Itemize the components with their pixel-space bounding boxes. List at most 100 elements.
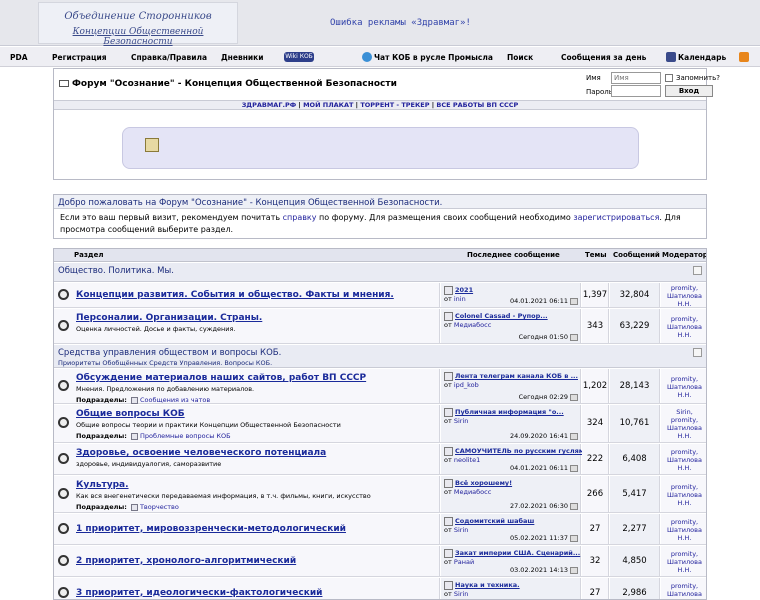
link-poster[interactable]: МОЙ ПЛАКАТ — [303, 101, 353, 109]
nav-register[interactable]: Регистрация — [52, 53, 107, 62]
forum-title-link[interactable]: Персоналии. Организации. Страны. — [76, 313, 262, 323]
author-link[interactable]: Sirin — [454, 417, 469, 425]
post-count: 28,143 — [619, 380, 650, 391]
moderator-link[interactable]: Шатилова — [667, 558, 702, 566]
last-post-title[interactable]: Публичная информация "о... — [455, 408, 564, 416]
forum-title-link[interactable]: 1 приоритет, мировоззренчески-методологи… — [76, 524, 346, 534]
last-post-title[interactable]: Содомитский шабаш — [455, 517, 534, 525]
go-to-last-post-icon[interactable] — [570, 334, 578, 341]
moderator-link[interactable]: promity, — [671, 315, 698, 323]
go-to-last-post-icon[interactable] — [570, 503, 578, 510]
login-button[interactable]: Вход — [665, 85, 713, 97]
forum-title-link[interactable]: 2 приоритет, хронолого-алгоритмический — [76, 556, 296, 566]
moderator-link[interactable]: Шатилова — [667, 491, 702, 499]
author-link[interactable]: Медиабосс — [454, 321, 491, 329]
nav-wiki[interactable]: Wiki КОБ — [284, 52, 314, 62]
moderator-link[interactable]: Н.Н. — [678, 300, 692, 308]
moderator-link[interactable]: Sirin, — [676, 408, 693, 416]
last-post-title[interactable]: Закат империи США. Сценарий... — [455, 549, 580, 557]
site-logo[interactable]: Объединение Сторонников Концепции Общест… — [38, 2, 238, 47]
last-post-cell: Colonel Cassad - Рупор... от Медиабосс Сег… — [441, 309, 581, 343]
author-link[interactable]: ipd_kob — [454, 381, 479, 389]
link-torrent[interactable]: ТОРРЕНТ - ТРЕКЕР — [360, 101, 429, 109]
moderator-link[interactable]: promity, — [671, 550, 698, 558]
forum-status-icon — [58, 417, 69, 428]
last-post-day: 04.01.2021 — [509, 297, 548, 305]
subforum-link[interactable]: Творчество — [140, 503, 179, 511]
forum-title-link[interactable]: Общие вопросы КОБ — [76, 409, 185, 419]
nav-pda[interactable]: PDA — [10, 53, 28, 62]
posts-cell: 28,143 — [610, 369, 660, 403]
moderator-link[interactable]: Шатилова — [667, 292, 702, 300]
remember-checkbox[interactable] — [665, 74, 673, 82]
collapse-icon[interactable] — [693, 266, 702, 275]
link-zdravmag[interactable]: ЗДРАВМАГ.РФ — [242, 101, 296, 109]
subforum-link[interactable]: Проблемные вопросы КОБ — [140, 432, 231, 440]
help-link[interactable]: справку — [283, 213, 317, 222]
last-post-title[interactable]: Colonel Cassad - Рупор... — [455, 312, 548, 320]
link-works[interactable]: ВСЕ РАБОТЫ ВП СССР — [436, 101, 518, 109]
moderator-link[interactable]: Шатилова — [667, 526, 702, 534]
moderator-link[interactable]: Шатилова — [667, 424, 702, 432]
category-title[interactable]: Средства управления обществом и вопросы … — [58, 348, 281, 358]
author-link[interactable]: Ранай — [454, 558, 474, 566]
moderator-link[interactable]: Н.Н. — [678, 391, 692, 399]
forum-title-link[interactable]: 3 приоритет, идеологически-фактологическ… — [76, 588, 322, 598]
nav-search[interactable]: Поиск — [507, 53, 533, 62]
nav-diaries[interactable]: Дневники — [221, 53, 263, 62]
last-post-title[interactable]: Всё хорошему! — [455, 479, 512, 487]
moderator-link[interactable]: promity, — [671, 582, 698, 590]
go-to-last-post-icon[interactable] — [570, 433, 578, 440]
username-input[interactable] — [611, 72, 661, 84]
go-to-last-post-icon[interactable] — [570, 535, 578, 542]
moderator-link[interactable]: promity, — [671, 416, 698, 424]
last-post-title[interactable]: 2021 — [455, 286, 473, 294]
by-label: от — [444, 381, 452, 389]
author-link[interactable]: inin — [454, 295, 466, 303]
last-post-title[interactable]: Лента телеграм канала КОБ в ... — [455, 372, 578, 380]
moderator-link[interactable]: promity, — [671, 483, 698, 491]
moderator-link[interactable]: promity, — [671, 375, 698, 383]
last-post-time: 02:29 — [549, 393, 568, 401]
forum-title-link[interactable]: Культура. — [76, 480, 129, 490]
moderator-link[interactable]: Н.Н. — [678, 534, 692, 542]
last-post-title[interactable]: Наука и техника. — [455, 581, 520, 589]
forum-title[interactable]: Форум "Осознание" - Концепция Общественн… — [59, 79, 397, 89]
author-link[interactable]: Sirin — [454, 526, 469, 534]
moderator-link[interactable]: Н.Н. — [678, 566, 692, 574]
go-to-last-post-icon[interactable] — [570, 567, 578, 574]
moderator-link[interactable]: Шатилова — [667, 456, 702, 464]
author-link[interactable]: neolite1 — [454, 456, 480, 464]
forum-title-link[interactable]: Концепции развития. События и общество. … — [76, 290, 394, 300]
last-post-title[interactable]: САМОУЧИТЕЛЬ по русским гуслям — [455, 447, 584, 455]
forum-title-link[interactable]: Здоровье, освоение человеческого потенци… — [76, 448, 326, 458]
subforum-link[interactable]: Сообщения из чатов — [140, 396, 210, 404]
moderator-link[interactable]: Н.Н. — [678, 464, 692, 472]
password-input[interactable] — [611, 85, 661, 97]
go-to-last-post-icon[interactable] — [570, 465, 578, 472]
moderator-link[interactable]: Н.Н. — [678, 499, 692, 507]
category-title[interactable]: Общество. Политика. Мы. — [58, 266, 174, 276]
register-link[interactable]: зарегистрироваться — [573, 213, 659, 222]
nav-today[interactable]: Сообщения за день — [561, 53, 646, 62]
go-to-last-post-icon[interactable] — [570, 298, 578, 305]
moderator-link[interactable]: Шатилова — [667, 590, 702, 598]
author-link[interactable]: Медиабосс — [454, 488, 491, 496]
moderator-link[interactable]: promity, — [671, 284, 698, 292]
moderator-link[interactable]: promity, — [671, 518, 698, 526]
moderator-link[interactable]: Шатилова — [667, 383, 702, 391]
nav-help[interactable]: Справка/Правила — [131, 53, 207, 62]
collapse-icon[interactable] — [693, 348, 702, 357]
ad-banner-text[interactable]: Ошибка рекламы «Здравмаг»! — [330, 18, 471, 28]
author-link[interactable]: Sirin — [454, 590, 469, 598]
moderator-link[interactable]: Н.Н. — [678, 331, 692, 339]
nav-chat[interactable]: Чат КОБ в русле Промысла — [374, 53, 493, 62]
nav-calendar[interactable]: Календарь — [678, 53, 726, 62]
go-to-last-post-icon[interactable] — [570, 394, 578, 401]
moderator-link[interactable]: Шатилова — [667, 323, 702, 331]
moderator-link[interactable]: Н.Н. — [678, 432, 692, 440]
forum-title-link[interactable]: Обсуждение материалов наших сайтов, рабо… — [76, 373, 366, 383]
moderators: promity,ШатиловаН.Н. — [661, 315, 706, 339]
moderator-link[interactable]: promity, — [671, 448, 698, 456]
rss-icon[interactable] — [739, 52, 749, 62]
